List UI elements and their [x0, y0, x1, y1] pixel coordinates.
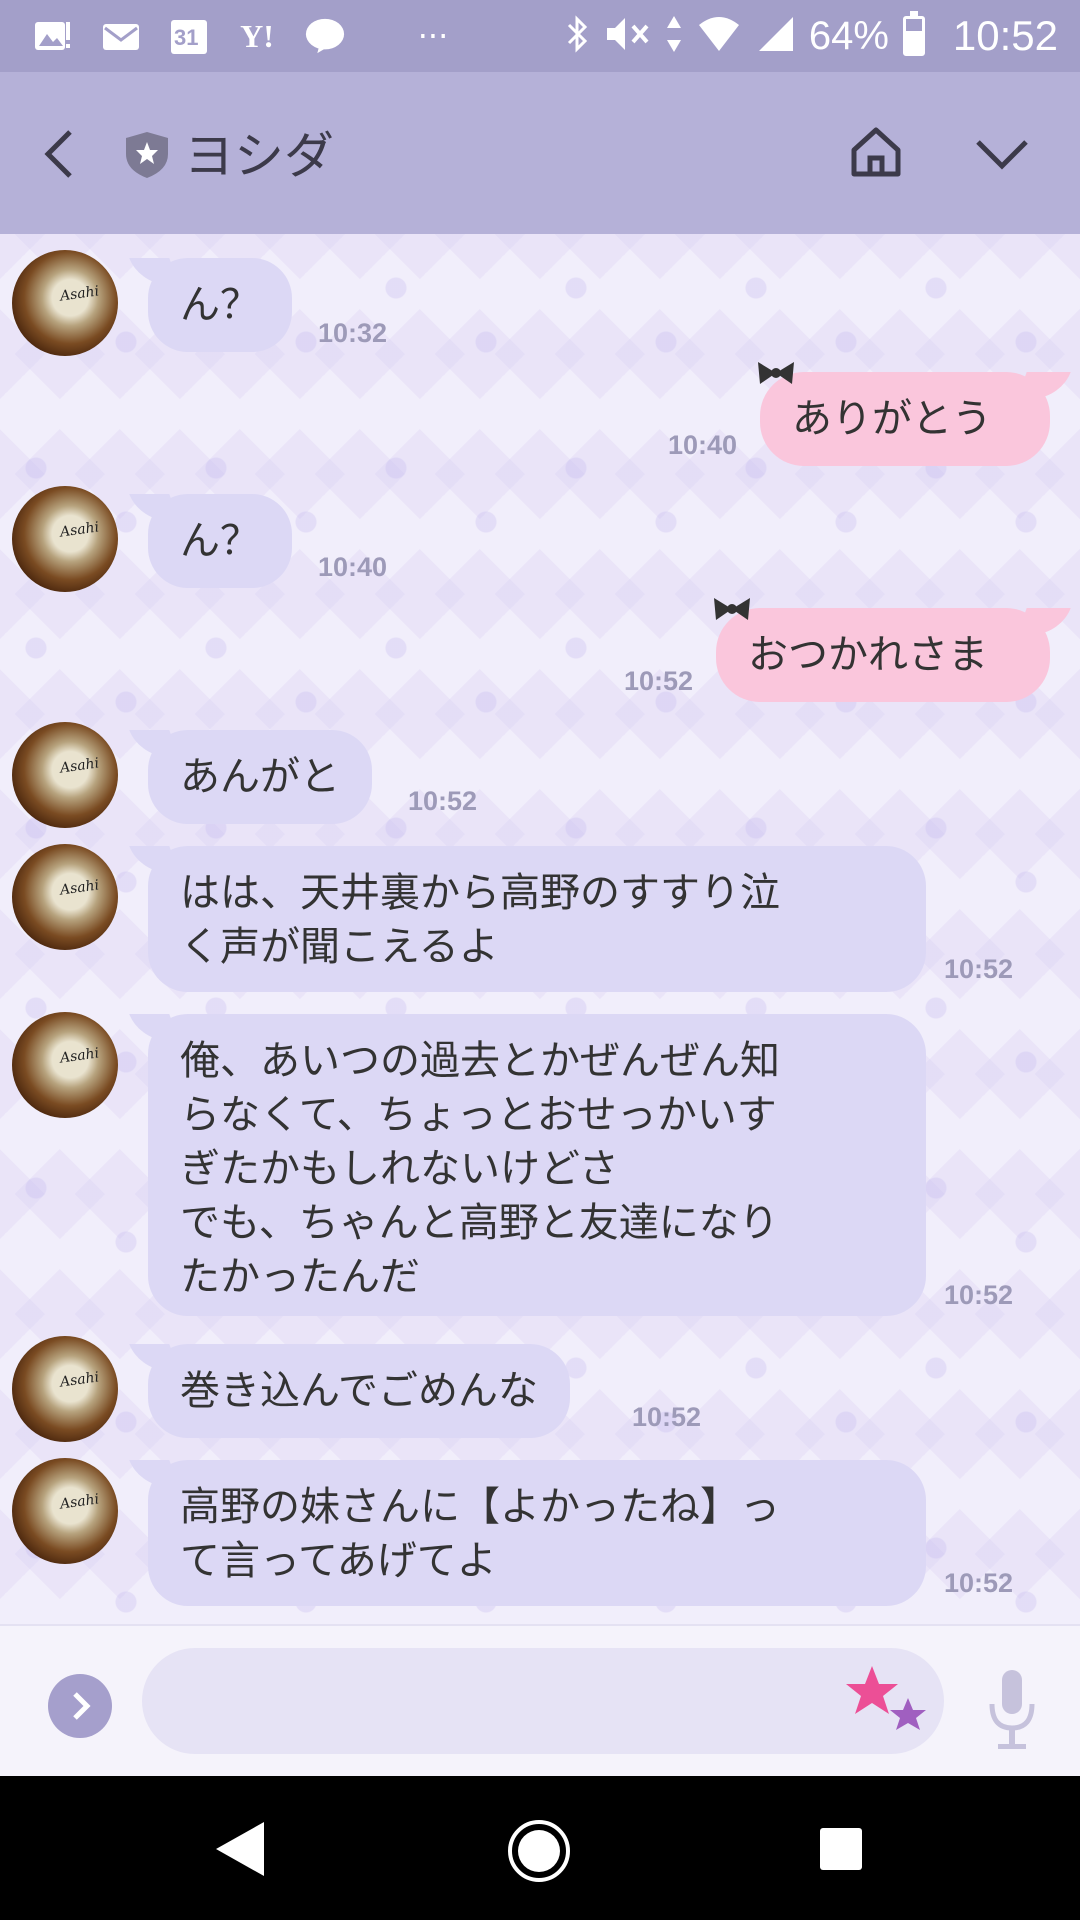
line-icon [304, 15, 346, 57]
wifi-icon [697, 15, 741, 57]
bow-icon [758, 362, 794, 384]
status-bar: 31 Y! ··· 64% 10:52 [0, 0, 1080, 72]
data-arrows-icon [665, 14, 683, 58]
chevron-right-icon [73, 1692, 91, 1720]
message-text: ん？ [180, 518, 260, 564]
message-text: ありがとう [792, 396, 992, 442]
chevron-down-icon [976, 140, 1028, 170]
outgoing-message[interactable]: おつかれさま [714, 598, 1050, 702]
message-time: 10:52 [944, 1568, 1014, 1598]
incoming-message[interactable]: ん？ [148, 258, 292, 352]
avatar[interactable] [12, 486, 118, 592]
message-text: 巻き込んでごめんな [180, 1368, 538, 1414]
back-button[interactable] [36, 124, 86, 184]
avatar[interactable] [12, 844, 118, 950]
system-navigation-bar [0, 1776, 1080, 1920]
yahoo-text: Y! [240, 17, 274, 54]
bow-icon [714, 598, 750, 620]
avatar[interactable] [12, 1012, 118, 1118]
message-text: 高野の妹さんに【よかったね】っ て言ってあげてよ [180, 1484, 780, 1584]
message-time: 10:52 [632, 1402, 702, 1432]
message-time: 10:40 [668, 430, 738, 460]
clock: 10:52 [952, 12, 1058, 59]
home-icon [851, 127, 901, 177]
mail-icon [100, 15, 142, 57]
battery-percent: 64% [808, 13, 889, 58]
chat-history[interactable]: ん？ 10:32 ありがとう 10:40 ん？ 10:40 おつかれさま 10:… [0, 234, 1080, 1624]
avatar[interactable] [12, 250, 118, 356]
message-text: おつかれさま [748, 632, 988, 678]
menu-toggle-button[interactable] [974, 136, 1030, 172]
message-text: はは、天井裏から高野のすすり泣 く声が聞こえるよ [180, 870, 780, 970]
message-input-bar [0, 1624, 1080, 1776]
incoming-message[interactable]: はは、天井裏から高野のすすり泣 く声が聞こえるよ [148, 846, 926, 992]
circle-home-icon [508, 1820, 570, 1882]
mute-icon [605, 14, 651, 58]
avatar[interactable] [12, 722, 118, 828]
bluetooth-icon [565, 13, 591, 59]
microphone-icon [989, 1670, 1035, 1749]
calendar-icon: 31 [168, 15, 210, 57]
gallery-notification-icon [32, 15, 74, 57]
message-text: 俺、あいつの過去とかぜんぜん知 らなくて、ちょっとおせっかいす ぎたかもしれない… [180, 1038, 780, 1300]
chevron-left-icon [44, 130, 72, 178]
message-text: ん？ [180, 282, 260, 328]
chat-header: ヨシダ [0, 72, 1080, 234]
message-time: 10:40 [318, 552, 388, 582]
more-icon: ··· [417, 17, 449, 55]
battery-level [905, 31, 922, 53]
nav-back-button[interactable] [212, 1818, 268, 1880]
nav-home-button[interactable] [506, 1818, 572, 1884]
sticker-button[interactable] [846, 1662, 932, 1742]
message-time: 10:52 [408, 786, 478, 816]
star-sticker-icon [846, 1666, 926, 1730]
incoming-message[interactable]: 巻き込んでごめんな [148, 1344, 570, 1438]
calendar-day: 31 [174, 25, 199, 50]
square-recents-icon [820, 1828, 862, 1870]
avatar[interactable] [12, 1336, 118, 1442]
outgoing-message[interactable]: ありがとう [758, 362, 1050, 466]
incoming-message[interactable]: 俺、あいつの過去とかぜんぜん知 らなくて、ちょっとおせっかいす ぎたかもしれない… [148, 1014, 926, 1316]
home-button[interactable] [848, 124, 904, 180]
chat-title: ヨシダ [184, 127, 334, 185]
microphone-button[interactable] [986, 1668, 1038, 1752]
triangle-back-icon [216, 1822, 264, 1876]
message-text: あんがと [180, 754, 340, 800]
yahoo-icon: Y! [236, 15, 278, 57]
shield-star-icon [124, 130, 170, 180]
message-time: 10:52 [624, 666, 694, 696]
expand-button[interactable] [48, 1674, 112, 1738]
nav-recents-button[interactable] [818, 1826, 864, 1872]
battery-icon [902, 11, 925, 56]
incoming-message[interactable]: ん？ [148, 494, 292, 588]
incoming-message[interactable]: 高野の妹さんに【よかったね】っ て言ってあげてよ [148, 1460, 926, 1606]
message-time: 10:32 [318, 318, 388, 348]
message-time: 10:52 [944, 1280, 1014, 1310]
message-time: 10:52 [944, 954, 1014, 984]
avatar[interactable] [12, 1458, 118, 1564]
message-input[interactable] [142, 1648, 944, 1754]
incoming-message[interactable]: あんがと [148, 730, 372, 824]
signal-icon [755, 15, 795, 57]
